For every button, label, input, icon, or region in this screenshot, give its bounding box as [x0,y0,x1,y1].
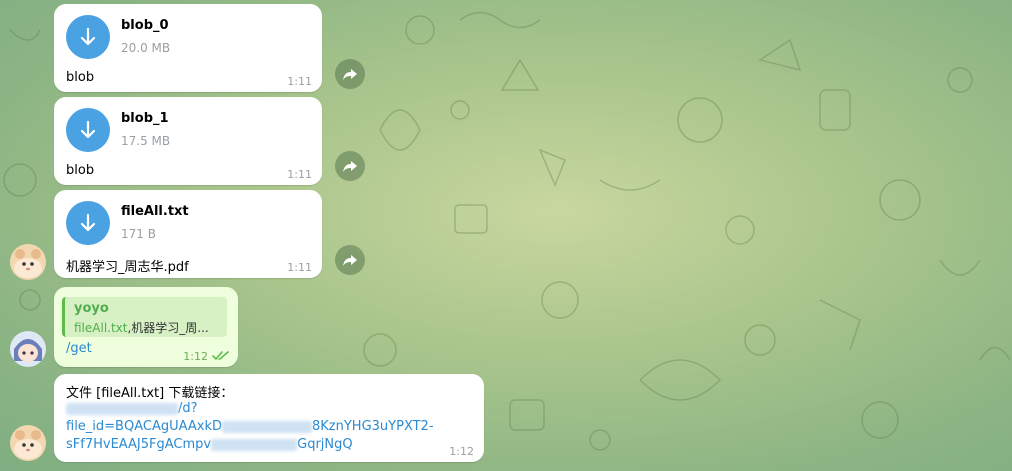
download-button[interactable] [66,108,110,152]
download-button[interactable] [66,15,110,59]
download-link-line[interactable]: sFf7HvEAAJ5FgACmpv GqrjNgQ [66,437,353,452]
message-time: 1:11 [287,168,312,181]
message-time: 1:11 [287,75,312,88]
file-message: blob_0 20.0 MB blob 1:11 [54,4,322,92]
file-name: blob_0 [121,18,169,33]
anime-avatar-icon [10,331,46,367]
double-check-icon [212,351,229,361]
arrow-down-icon [80,120,96,139]
link-text[interactable]: sFf7HvEAAJ5FgACmpv [66,437,211,452]
reply-snippet: fileAll.txt,机器学习_周... [74,319,209,336]
message-caption: 机器学习_周志华.pdf [66,260,189,275]
download-link-line[interactable]: /d? [66,401,198,416]
file-size: 17.5 MB [121,134,171,148]
outgoing-message: yoyo fileAll.txt,机器学习_周... /get 1:12 [54,287,238,367]
user-avatar[interactable] [10,331,46,367]
reply-preview[interactable]: yoyo fileAll.txt,机器学习_周... [62,297,227,337]
hamster-avatar-icon [10,425,46,461]
forward-button[interactable] [335,59,365,89]
redacted-region [66,402,178,415]
message-time: 1:11 [287,261,312,274]
link-text[interactable]: 8KznYHG3uYPXT2- [312,419,434,434]
bot-avatar[interactable] [10,244,46,280]
download-link-line[interactable]: file_id=BQACAgUAAxkD 8KznYHG3uYPXT2- [66,419,434,434]
message-text[interactable]: /get [66,341,92,356]
share-arrow-icon [343,161,357,172]
link-text[interactable]: file_id=BQACAgUAAxkD [66,419,222,434]
arrow-down-icon [80,27,96,46]
download-button[interactable] [66,201,110,245]
file-size: 171 B [121,227,156,241]
forward-button[interactable] [335,245,365,275]
forward-button[interactable] [335,151,365,181]
file-name: blob_1 [121,111,169,126]
message-time: 1:12 [183,350,208,363]
link-text[interactable]: GqrjNgQ [297,437,353,452]
share-arrow-icon [343,255,357,266]
redacted-region [211,438,298,451]
reply-rest: ,机器学习_周... [127,321,209,335]
bot-link-message: 文件 [fileAll.txt] 下载链接： /d? file_id=BQACA… [54,374,484,462]
bot-avatar[interactable] [10,425,46,461]
redacted-region [222,420,312,433]
file-size: 20.0 MB [121,41,171,55]
share-arrow-icon [343,69,357,80]
message-caption: blob [66,163,95,178]
file-name: fileAll.txt [121,204,189,219]
link-text[interactable]: /d? [178,401,198,416]
file-message: fileAll.txt 171 B 机器学习_周志华.pdf 1:11 [54,190,322,278]
message-caption: blob [66,70,95,85]
message-text: 文件 [fileAll.txt] 下载链接： [66,386,234,401]
hamster-avatar-icon [10,244,46,280]
message-time: 1:12 [449,445,474,458]
reply-author: yoyo [74,301,109,316]
file-message: blob_1 17.5 MB blob 1:11 [54,97,322,185]
arrow-down-icon [80,213,96,232]
reply-file-name: fileAll.txt [74,321,128,335]
